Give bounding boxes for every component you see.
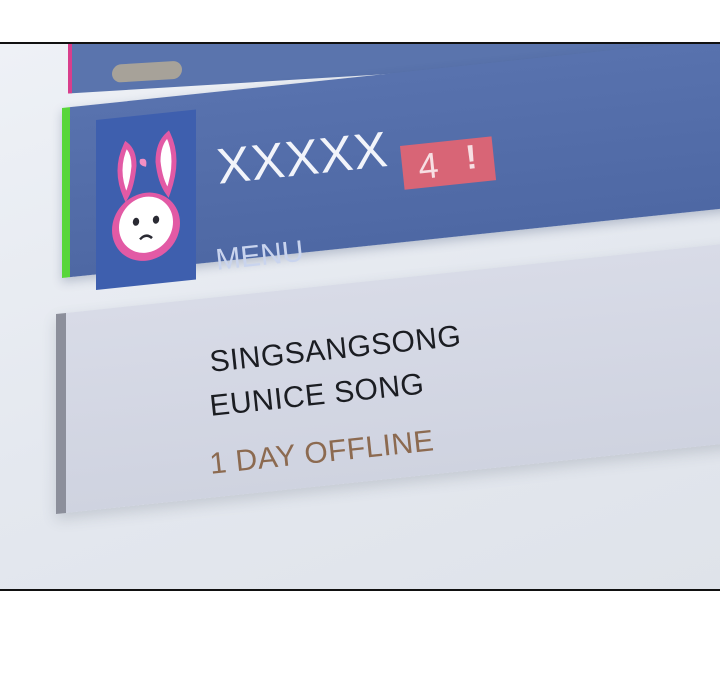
avatar[interactable] <box>96 109 196 290</box>
previous-avatar-fragment <box>112 60 182 83</box>
bunny-avatar-icon <box>112 130 180 261</box>
badge-count: 4 <box>416 144 441 188</box>
friend-list: XXXXX 4 ! MENU SINGSANGSONG EUNICE SONG … <box>0 44 720 589</box>
screen-panel: XXXXX 4 ! MENU SINGSANGSONG EUNICE SONG … <box>0 42 720 591</box>
exclamation-icon: ! <box>463 138 479 178</box>
